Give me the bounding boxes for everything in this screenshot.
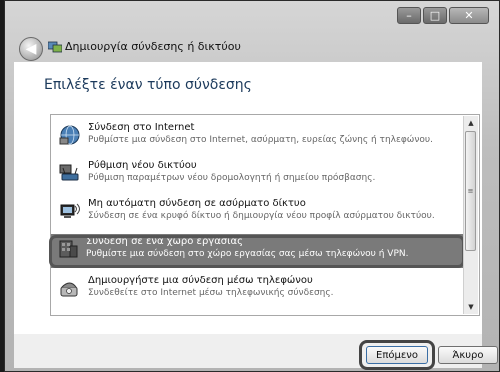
option-title: Ρύθμιση νέου δικτύου bbox=[88, 160, 197, 171]
maximize-button[interactable]: □ bbox=[423, 7, 447, 24]
option-title: Σύνδεση στο Internet bbox=[88, 122, 195, 133]
router-network-icon bbox=[59, 164, 79, 181]
cancel-button[interactable]: Άκυρο bbox=[438, 346, 498, 364]
network-wizard-icon bbox=[48, 41, 62, 53]
content-panel: Επιλέξτε έναν τύπο σύνδεσης Σύνδεση στο … bbox=[14, 62, 482, 334]
page-heading: Επιλέξτε έναν τύπο σύνδεσης bbox=[44, 77, 252, 93]
dialup-phone-icon bbox=[60, 282, 78, 297]
grip-icon: ≡ bbox=[467, 187, 474, 195]
option-description: Σύνδεση σε ένα κρυφό δίκτυο ή δημιουργία… bbox=[88, 211, 435, 221]
window-controls: – □ ✕ bbox=[397, 7, 489, 24]
option-title: Δημιουργήστε μια σύνδεση μέσω τηλεφώνου bbox=[88, 275, 313, 286]
list-scrollbar[interactable]: ▲ ≡ ▼ bbox=[463, 116, 478, 314]
globe-network-icon bbox=[59, 125, 80, 145]
wireless-computer-icon bbox=[60, 203, 80, 218]
list-item-dialup[interactable]: Δημιουργήστε μια σύνδεση μέσω τηλεφώνου … bbox=[53, 273, 463, 307]
scroll-up-arrow-icon[interactable]: ▲ bbox=[464, 117, 478, 129]
window-title: Δημιουργία σύνδεσης ή δικτύου bbox=[65, 40, 241, 53]
list-item-manual-wireless[interactable]: Μη αυτόματη σύνδεση σε ασύρματο δίκτυο Σ… bbox=[53, 196, 463, 230]
dialog-footer: Επόμενο Άκυρο bbox=[14, 334, 498, 370]
minimize-button[interactable]: – bbox=[397, 7, 421, 24]
option-title: Μη αυτόματη σύνδεση σε ασύρματο δίκτυο bbox=[88, 198, 306, 209]
option-description: Συνδεθείτε στο Internet μέσω τηλεφωνικής… bbox=[88, 288, 334, 298]
next-button[interactable]: Επόμενο bbox=[366, 346, 428, 364]
list-item-workplace[interactable]: Σύνδεση σε ένα χώρο εργασίας Ρυθμίστε μι… bbox=[49, 234, 465, 268]
back-button[interactable]: ◀ bbox=[19, 37, 43, 61]
scroll-thumb[interactable]: ≡ bbox=[465, 131, 476, 251]
selection-highlight bbox=[49, 235, 465, 268]
option-description: Ρύθμιση παραμέτρων νέου δρομολογητή ή ση… bbox=[88, 173, 376, 183]
list-item-internet[interactable]: Σύνδεση στο Internet Ρυθμίστε μια σύνδεσ… bbox=[53, 120, 463, 154]
close-button[interactable]: ✕ bbox=[449, 7, 489, 24]
back-arrow-icon: ◀ bbox=[25, 41, 37, 57]
connection-type-list[interactable]: Σύνδεση στο Internet Ρυθμίστε μια σύνδεσ… bbox=[49, 114, 480, 316]
option-description: Ρυθμίστε μια σύνδεση στο Internet, ασύρμ… bbox=[88, 135, 433, 145]
list-item-new-network[interactable]: Ρύθμιση νέου δικτύου Ρύθμιση παραμέτρων … bbox=[53, 158, 463, 192]
scroll-down-arrow-icon[interactable]: ▼ bbox=[464, 301, 478, 313]
